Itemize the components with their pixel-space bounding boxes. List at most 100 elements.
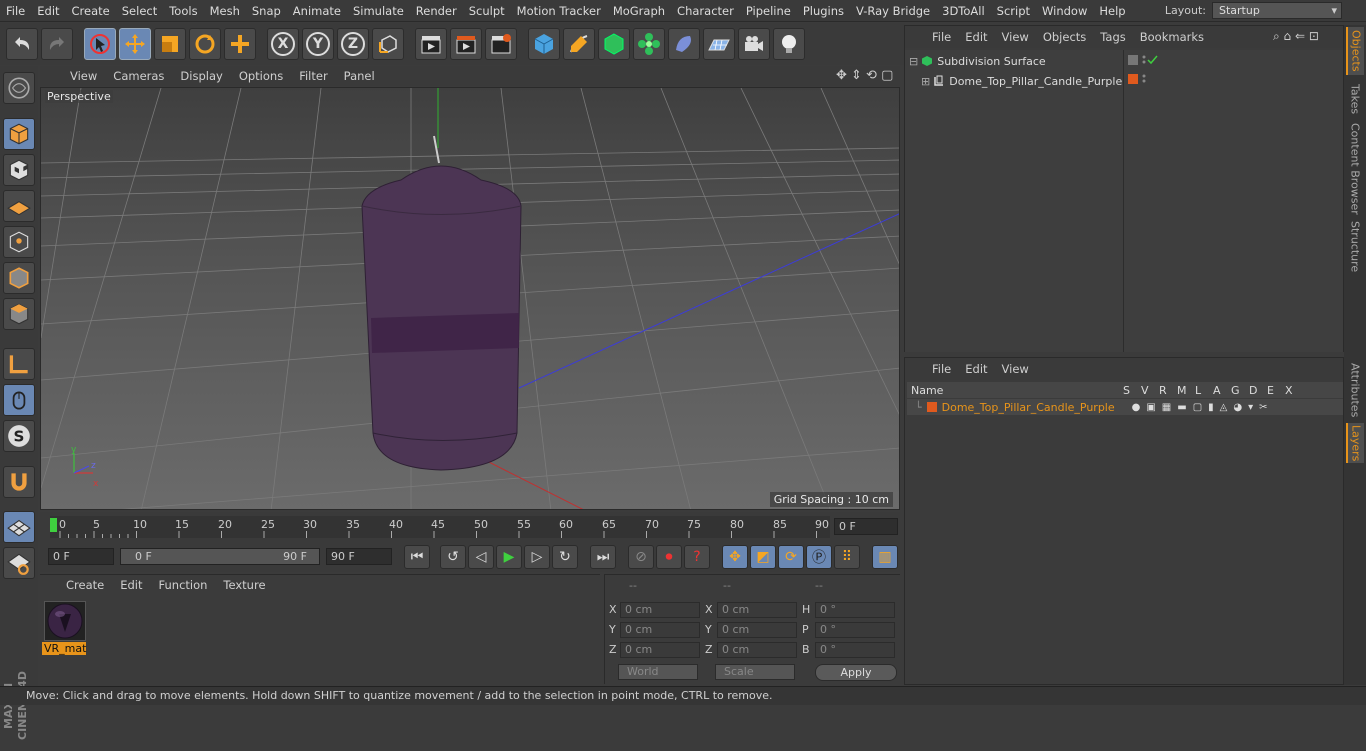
end-frame-field[interactable]: 90 F bbox=[326, 548, 392, 565]
axis-mode-button[interactable] bbox=[3, 348, 35, 380]
menu-tools[interactable]: Tools bbox=[163, 4, 203, 18]
transform-tool-button[interactable] bbox=[224, 28, 256, 60]
objects-menu-file[interactable]: File bbox=[925, 30, 958, 44]
menu-edit[interactable]: Edit bbox=[31, 4, 65, 18]
layers-menu-file[interactable]: File bbox=[925, 362, 958, 376]
layer-name[interactable]: Dome_Top_Pillar_Candle_Purple bbox=[942, 401, 1132, 414]
candle-model[interactable] bbox=[361, 165, 522, 471]
apply-button[interactable]: Apply bbox=[815, 664, 897, 681]
menu-pipeline[interactable]: Pipeline bbox=[740, 4, 797, 18]
menu-simulate[interactable]: Simulate bbox=[347, 4, 410, 18]
material-name-label[interactable]: VR_mat bbox=[42, 642, 86, 655]
material-menu-edit[interactable]: Edit bbox=[112, 578, 150, 592]
render-region-button[interactable] bbox=[450, 28, 482, 60]
menu-sculpt[interactable]: Sculpt bbox=[463, 4, 511, 18]
subdivision-button[interactable] bbox=[598, 28, 630, 60]
menu-plugins[interactable]: Plugins bbox=[797, 4, 850, 18]
rot-p-field[interactable]: 0 ° bbox=[815, 622, 895, 638]
size-x-field[interactable]: 0 cm bbox=[717, 602, 797, 618]
size-z-field[interactable]: 0 cm bbox=[717, 642, 797, 658]
scale-dropdown[interactable]: Scale bbox=[715, 664, 795, 680]
pos-z-field[interactable]: 0 cm bbox=[620, 642, 700, 658]
menu-file[interactable]: File bbox=[0, 4, 31, 18]
mograph-cloner-button[interactable] bbox=[633, 28, 665, 60]
menu-motion-tracker[interactable]: Motion Tracker bbox=[511, 4, 607, 18]
workplane-button[interactable] bbox=[3, 190, 35, 222]
key-position-button[interactable]: ✥ bbox=[722, 545, 748, 569]
layer-row[interactable]: └ Dome_Top_Pillar_Candle_Purple ●▣▦▬▢▮◬◕… bbox=[907, 399, 1343, 415]
menu-mesh[interactable]: Mesh bbox=[204, 4, 246, 18]
axis-y-button[interactable]: Y bbox=[302, 28, 334, 60]
viewport-menu-view[interactable]: View bbox=[62, 69, 105, 83]
viewport-nav-icons[interactable]: ✥ ⇕ ⟲ ▢ bbox=[836, 68, 893, 83]
world-dropdown[interactable]: World bbox=[618, 664, 698, 680]
render-settings-button[interactable] bbox=[485, 28, 517, 60]
deformer-button[interactable] bbox=[668, 28, 700, 60]
objects-menu-objects[interactable]: Objects bbox=[1036, 30, 1093, 44]
tab-content-browser[interactable]: Content Browser bbox=[1346, 123, 1364, 215]
tab-attributes[interactable]: Attributes bbox=[1346, 361, 1364, 419]
go-to-start-button[interactable]: ⏮ bbox=[404, 545, 430, 569]
objects-menu-tags[interactable]: Tags bbox=[1093, 30, 1132, 44]
rot-b-field[interactable]: 0 ° bbox=[815, 642, 895, 658]
collapse-icon[interactable]: ⊟ bbox=[909, 55, 918, 68]
render-view-button[interactable] bbox=[415, 28, 447, 60]
floor-button[interactable] bbox=[703, 28, 735, 60]
menu-character[interactable]: Character bbox=[671, 4, 740, 18]
material-menu-create[interactable]: Create bbox=[58, 578, 112, 592]
autokey-help-button[interactable]: ? bbox=[684, 545, 710, 569]
material-menu-texture[interactable]: Texture bbox=[215, 578, 273, 592]
menu-render[interactable]: Render bbox=[410, 4, 463, 18]
menu-select[interactable]: Select bbox=[116, 4, 163, 18]
visibility-flags[interactable] bbox=[1126, 54, 1166, 90]
frame-range-slider[interactable]: 0 F 90 F bbox=[120, 548, 320, 565]
viewport-menu-cameras[interactable]: Cameras bbox=[105, 69, 172, 83]
objects-menu-edit[interactable]: Edit bbox=[958, 30, 994, 44]
axis-x-button[interactable]: X bbox=[267, 28, 299, 60]
undo-button[interactable] bbox=[6, 28, 38, 60]
frame-ruler[interactable]: 0 5 10 15 20 25 30 35 40 45 50 55 60 65 … bbox=[50, 516, 830, 538]
viewport-menu-options[interactable]: Options bbox=[231, 69, 291, 83]
tweak-mode-button[interactable] bbox=[3, 384, 35, 416]
make-editable-button[interactable] bbox=[3, 72, 35, 104]
texture-mode-button[interactable] bbox=[3, 154, 35, 186]
scale-tool-button[interactable] bbox=[154, 28, 186, 60]
menu-window[interactable]: Window bbox=[1036, 4, 1093, 18]
current-frame-field[interactable]: 0 F bbox=[834, 518, 898, 535]
snapping-button[interactable]: S bbox=[3, 420, 35, 452]
go-to-end-button[interactable]: ⏭ bbox=[590, 545, 616, 569]
layer-flag-icons[interactable]: ●▣▦▬▢▮◬◕▾✂ bbox=[1132, 402, 1274, 413]
model-mode-button[interactable] bbox=[3, 118, 35, 150]
start-frame-field[interactable]: 0 F bbox=[48, 548, 114, 565]
camera-button[interactable] bbox=[738, 28, 770, 60]
tab-takes[interactable]: Takes bbox=[1346, 81, 1364, 117]
tab-structure[interactable]: Structure bbox=[1346, 221, 1364, 273]
workplane-snap-button[interactable] bbox=[3, 547, 35, 579]
record-button[interactable]: ⏺ bbox=[656, 545, 682, 569]
previous-frame-button[interactable]: ◁ bbox=[468, 545, 494, 569]
material-menu-function[interactable]: Function bbox=[151, 578, 216, 592]
play-button[interactable]: ▶ bbox=[496, 545, 522, 569]
tab-objects[interactable]: Objects bbox=[1346, 27, 1364, 75]
menu-animate[interactable]: Animate bbox=[287, 4, 347, 18]
menu-help[interactable]: Help bbox=[1093, 4, 1131, 18]
key-parameter-button[interactable]: Ⓟ bbox=[806, 545, 832, 569]
viewport-menu-filter[interactable]: Filter bbox=[291, 69, 335, 83]
expand-icon[interactable]: ⊞ bbox=[921, 75, 930, 88]
key-pla-button[interactable]: ⠿ bbox=[834, 545, 860, 569]
edges-mode-button[interactable] bbox=[3, 262, 35, 294]
timeline-button[interactable]: ▥ bbox=[872, 545, 898, 569]
light-button[interactable] bbox=[773, 28, 805, 60]
object-row-subdivision-surface[interactable]: ⊟ Subdivision Surface bbox=[909, 52, 1046, 70]
menu-script[interactable]: Script bbox=[991, 4, 1036, 18]
object-row-candle[interactable]: ⊞ Dome_Top_Pillar_Candle_Purple bbox=[921, 72, 1122, 90]
layers-menu-view[interactable]: View bbox=[995, 362, 1036, 376]
layer-color-swatch[interactable] bbox=[926, 402, 937, 412]
cube-primitive-button[interactable] bbox=[528, 28, 560, 60]
axis-z-button[interactable]: Z bbox=[337, 28, 369, 60]
tab-layers[interactable]: Layers bbox=[1346, 423, 1364, 463]
magnet-button[interactable] bbox=[3, 466, 35, 498]
viewport-menu-panel[interactable]: Panel bbox=[336, 69, 383, 83]
pos-x-field[interactable]: 0 cm bbox=[620, 602, 700, 618]
size-y-field[interactable]: 0 cm bbox=[717, 622, 797, 638]
